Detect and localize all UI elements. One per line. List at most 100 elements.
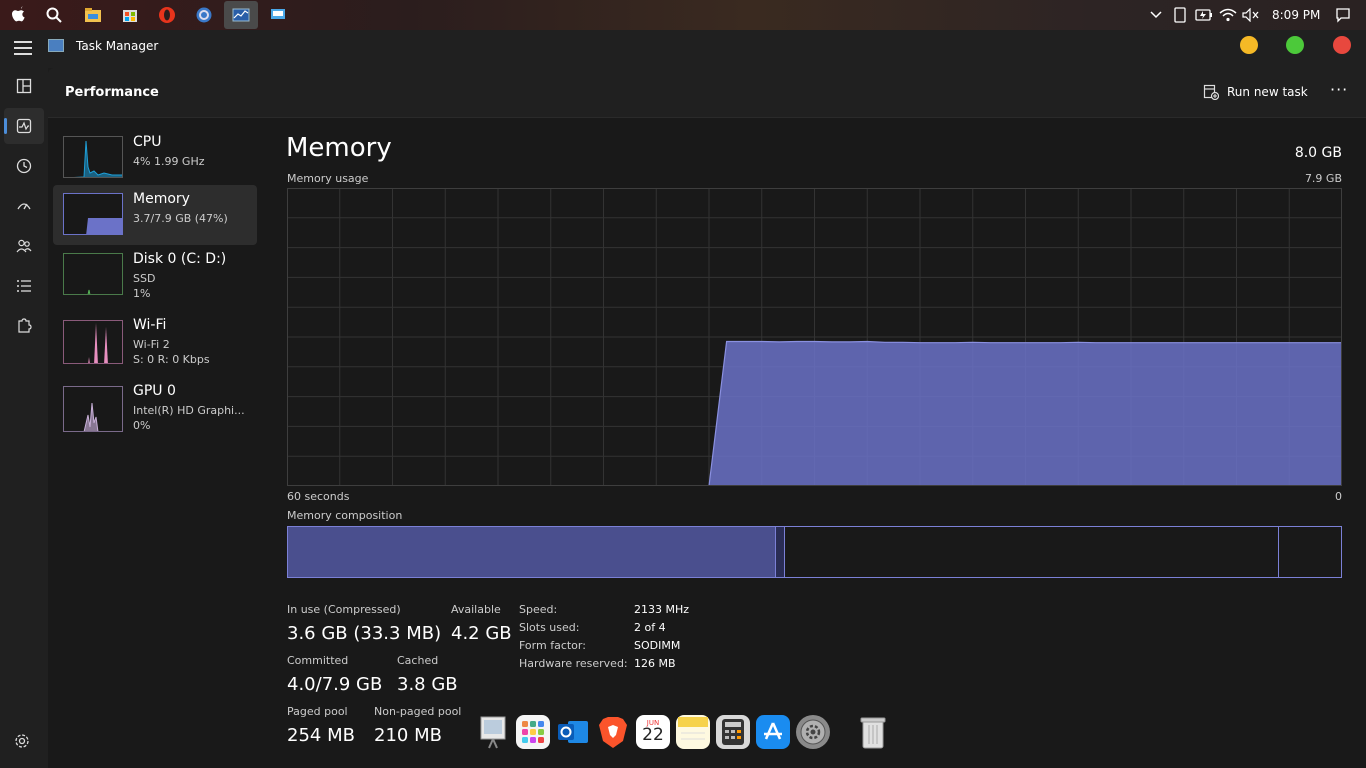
run-new-task-icon <box>1203 84 1219 100</box>
sidebar-item-detail-2: 0% <box>133 419 151 432</box>
app-history-icon[interactable] <box>12 154 36 178</box>
outlook-icon[interactable] <box>556 715 590 749</box>
system-menu-bar: 8:09 PM <box>0 0 1366 30</box>
page-header: Performance Run new task ··· <box>48 68 1366 118</box>
calendar-icon[interactable]: JUN 22 <box>636 715 670 749</box>
store-icon[interactable] <box>120 5 140 25</box>
cpu-thumbnail <box>63 136 123 178</box>
memory-thumbnail <box>63 193 123 235</box>
in-use-label: In use (Compressed) <box>287 603 401 616</box>
app-store-icon[interactable] <box>756 715 790 749</box>
time-axis-start: 60 seconds <box>287 490 350 503</box>
minimize-button[interactable] <box>1240 36 1258 54</box>
disk-thumbnail <box>63 253 123 295</box>
committed-value: 4.0/7.9 GB <box>287 674 383 695</box>
detail-key: Speed: <box>519 603 558 616</box>
services-puzzle-icon[interactable] <box>12 314 36 338</box>
launchpad-icon[interactable] <box>516 715 550 749</box>
detail-value: 2133 MHz <box>634 603 690 616</box>
battery-charging-icon[interactable] <box>1194 5 1214 25</box>
speaker-muted-icon[interactable] <box>1241 5 1261 25</box>
wifi-icon[interactable] <box>1218 5 1238 25</box>
gpu-thumbnail <box>63 386 123 432</box>
available-value: 4.2 GB <box>451 623 512 644</box>
sidebar-item-wifi[interactable]: Wi-Fi Wi-Fi 2 S: 0 R: 0 Kbps <box>53 311 257 371</box>
composition-free[interactable] <box>1279 527 1341 577</box>
sidebar-item-name: Memory <box>133 191 190 207</box>
brave-browser-icon[interactable] <box>596 715 630 749</box>
sidebar-item-detail: 4% 1.99 GHz <box>133 155 205 168</box>
performance-icon[interactable] <box>12 114 36 138</box>
close-button[interactable] <box>1333 36 1351 54</box>
memory-detail-panel: Memory 8.0 GB Memory usage 7.9 GB 60 sec… <box>262 118 1366 768</box>
sidebar-item-detail: Intel(R) HD Graphi... <box>133 404 245 417</box>
time-axis-end: 0 <box>1335 490 1342 503</box>
notifications-icon[interactable] <box>1333 5 1353 25</box>
run-new-task-button[interactable]: Run new task <box>1203 84 1308 100</box>
startup-apps-icon[interactable] <box>12 194 36 218</box>
memory-composition-bar <box>287 526 1342 578</box>
sidebar-item-detail: 3.7/7.9 GB (47%) <box>133 212 228 225</box>
sidebar-item-detail-2: 1% <box>133 287 151 300</box>
clock[interactable]: 8:09 PM <box>1272 8 1320 22</box>
memory-usage-label: Memory usage <box>287 172 369 185</box>
composition-modified[interactable] <box>776 527 785 577</box>
non-paged-pool-value: 210 MB <box>374 725 442 746</box>
task-manager-app-icon <box>48 39 64 52</box>
composition-in-use[interactable] <box>288 527 776 577</box>
sidebar-item-name: GPU 0 <box>133 383 176 399</box>
sidebar-item-memory[interactable]: Memory 3.7/7.9 GB (47%) <box>53 185 257 245</box>
navigation-rail <box>0 68 48 768</box>
details-list-icon[interactable] <box>12 274 36 298</box>
chevron-down-icon[interactable] <box>1146 5 1166 25</box>
apple-icon[interactable] <box>8 5 28 25</box>
wifi-thumbnail <box>63 320 123 364</box>
detail-key: Form factor: <box>519 639 586 652</box>
paged-pool-value: 254 MB <box>287 725 355 746</box>
sidebar-item-detail-2: S: 0 R: 0 Kbps <box>133 353 210 366</box>
more-options-button[interactable]: ··· <box>1330 80 1348 99</box>
sidebar-item-gpu[interactable]: GPU 0 Intel(R) HD Graphi... 0% <box>53 377 257 437</box>
detail-key: Slots used: <box>519 621 580 634</box>
file-explorer-icon[interactable] <box>83 5 103 25</box>
task-manager-taskbar-icon[interactable] <box>224 1 258 29</box>
users-icon[interactable] <box>12 234 36 258</box>
resource-list: CPU 4% 1.99 GHz Memory 3.7/7.9 GB (47%) … <box>48 118 262 768</box>
tablet-icon[interactable] <box>1170 5 1190 25</box>
calculator-icon[interactable] <box>716 715 750 749</box>
system-preferences-icon[interactable] <box>796 715 830 749</box>
hamburger-menu-icon[interactable] <box>14 41 32 55</box>
notes-icon[interactable] <box>676 715 710 749</box>
sidebar-item-detail: Wi-Fi 2 <box>133 338 170 351</box>
sidebar-item-name: Wi-Fi <box>133 317 167 333</box>
detail-value: 2 of 4 <box>634 621 666 634</box>
committed-label: Committed <box>287 654 349 667</box>
cached-label: Cached <box>397 654 439 667</box>
memory-usage-max: 7.9 GB <box>1304 172 1342 185</box>
sidebar-item-name: CPU <box>133 134 162 150</box>
calendar-day: 22 <box>642 724 664 745</box>
detail-key: Hardware reserved: <box>519 657 628 670</box>
memory-composition-label: Memory composition <box>287 509 403 522</box>
detail-value: SODIMM <box>634 639 681 652</box>
detail-value: 126 MB <box>634 657 676 670</box>
processes-icon[interactable] <box>12 74 36 98</box>
memory-total: 8.0 GB <box>1294 145 1342 161</box>
composition-standby[interactable] <box>785 527 1279 577</box>
remote-desktop-icon[interactable] <box>268 5 288 25</box>
in-use-value: 3.6 GB (33.3 MB) <box>287 623 442 644</box>
maximize-button[interactable] <box>1286 36 1304 54</box>
memory-title: Memory <box>286 133 392 163</box>
search-icon[interactable] <box>44 5 64 25</box>
sidebar-item-cpu[interactable]: CPU 4% 1.99 GHz <box>53 128 257 188</box>
settings-icon[interactable] <box>14 733 30 753</box>
settings-gear-icon[interactable] <box>194 5 214 25</box>
trash-icon[interactable] <box>856 715 890 749</box>
non-paged-pool-label: Non-paged pool <box>374 705 462 718</box>
sidebar-item-disk[interactable]: Disk 0 (C: D:) SSD 1% <box>53 245 257 305</box>
preview-icon[interactable] <box>476 715 510 749</box>
title-bar: Task Manager <box>0 30 1366 68</box>
memory-usage-graph <box>287 188 1342 486</box>
opera-icon[interactable] <box>157 5 177 25</box>
run-new-task-label: Run new task <box>1227 85 1308 99</box>
